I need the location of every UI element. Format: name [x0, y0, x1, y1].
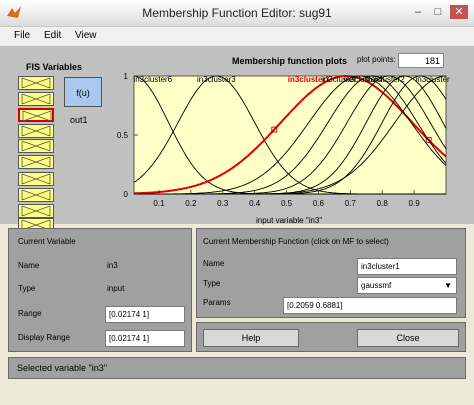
- mf-type-value: gaussmf: [361, 281, 392, 290]
- menu-bar: File Edit View: [0, 27, 474, 45]
- fis-input-variable-1[interactable]: [18, 76, 54, 90]
- display-range-label: Display Range: [18, 333, 71, 342]
- y-tick-label: 0: [124, 190, 129, 199]
- y-tick-label: 0.5: [117, 131, 129, 140]
- current-variable-title: Current Variable: [18, 237, 76, 246]
- status-bar: Selected variable "in3": [8, 357, 466, 379]
- mf-params-input[interactable]: [0.2059 0.6881]: [283, 297, 457, 314]
- fis-input-variable-4[interactable]: [18, 124, 54, 138]
- plot-title: Membership function plots: [232, 56, 348, 66]
- fis-input-variable-6[interactable]: [18, 155, 54, 169]
- x-tick-label: 0.7: [345, 199, 357, 208]
- x-tick-label: 0.1: [153, 199, 165, 208]
- title-bar: Membership Function Editor: sug91 – □ ✕: [0, 0, 474, 27]
- status-text: Selected variable "in3": [17, 363, 107, 373]
- menu-edit[interactable]: Edit: [44, 30, 61, 41]
- buttons-panel: Help Close: [196, 322, 466, 352]
- display-range-input[interactable]: [0.02174 1]: [105, 330, 185, 347]
- window-title: Membership Function Editor: sug91: [142, 6, 332, 20]
- range-input[interactable]: [0.02174 1]: [105, 306, 185, 323]
- fis-input-variable-7[interactable]: [18, 172, 54, 186]
- mf-name-label: Name: [203, 259, 225, 268]
- fis-input-variable-9[interactable]: [18, 204, 54, 218]
- mf-editor-window: Membership Function Editor: sug91 – □ ✕ …: [0, 0, 474, 405]
- x-tick-label: 0.5: [281, 199, 293, 208]
- x-tick-label: 0.2: [185, 199, 197, 208]
- variable-type-label: Type: [18, 284, 36, 293]
- x-tick-label: 0.9: [409, 199, 421, 208]
- y-tick-label: 1: [124, 72, 129, 81]
- current-mf-title: Current Membership Function (click on MF…: [203, 237, 389, 246]
- plot-xlabel: input variable "in3": [256, 216, 323, 225]
- mf-type-select[interactable]: gaussmf ▼: [357, 277, 457, 294]
- mf-type-label: Type: [203, 279, 221, 288]
- membership-function-plot[interactable]: 1 0.5 0 0.1 0.2 0.3 0.4 0.5 0.6 0.7 0.8 0.9 in3clust…: [110, 66, 450, 226]
- variable-name-label: Name: [18, 261, 40, 270]
- x-tick-label: 0.6: [313, 199, 325, 208]
- maximize-icon[interactable]: □: [430, 5, 446, 19]
- variable-name-value: in3: [107, 261, 118, 270]
- range-label: Range: [18, 309, 42, 318]
- mf-label[interactable]: in3cluster5: [415, 75, 450, 84]
- close-icon[interactable]: ✕: [450, 5, 468, 19]
- minimize-icon[interactable]: –: [410, 5, 426, 19]
- fis-variables-title: FIS Variables: [26, 62, 83, 72]
- fis-input-variable-3[interactable]: [18, 108, 54, 122]
- output-variable-box[interactable]: f(u): [64, 77, 102, 107]
- fis-input-variable-5[interactable]: [18, 139, 54, 153]
- current-variable-panel: Current Variable Name in3 Type input Ran…: [8, 228, 192, 352]
- output-variable-label: out1: [70, 115, 88, 125]
- mf-label[interactable]: in3cluster6: [133, 75, 172, 84]
- close-button[interactable]: Close: [357, 329, 459, 347]
- fis-input-variable-2[interactable]: [18, 92, 54, 106]
- x-tick-label: 0.8: [377, 199, 389, 208]
- x-tick-label: 0.4: [249, 199, 261, 208]
- mf-label[interactable]: in3cluster2: [366, 75, 405, 84]
- menu-view[interactable]: View: [75, 30, 97, 41]
- x-tick-label: 0.3: [217, 199, 229, 208]
- mf-label[interactable]: in3cluster3: [197, 75, 236, 84]
- variable-type-value: input: [107, 284, 125, 293]
- current-mf-panel: Current Membership Function (click on MF…: [196, 228, 466, 318]
- fis-input-variable-8[interactable]: [18, 188, 54, 202]
- mf-name-input[interactable]: in3cluster1: [357, 258, 457, 275]
- mf-params-label: Params: [203, 298, 231, 307]
- chevron-down-icon: ▼: [444, 281, 452, 290]
- menu-file[interactable]: File: [14, 30, 30, 41]
- help-button[interactable]: Help: [203, 329, 299, 347]
- plot-points-label: plot points:: [357, 55, 396, 64]
